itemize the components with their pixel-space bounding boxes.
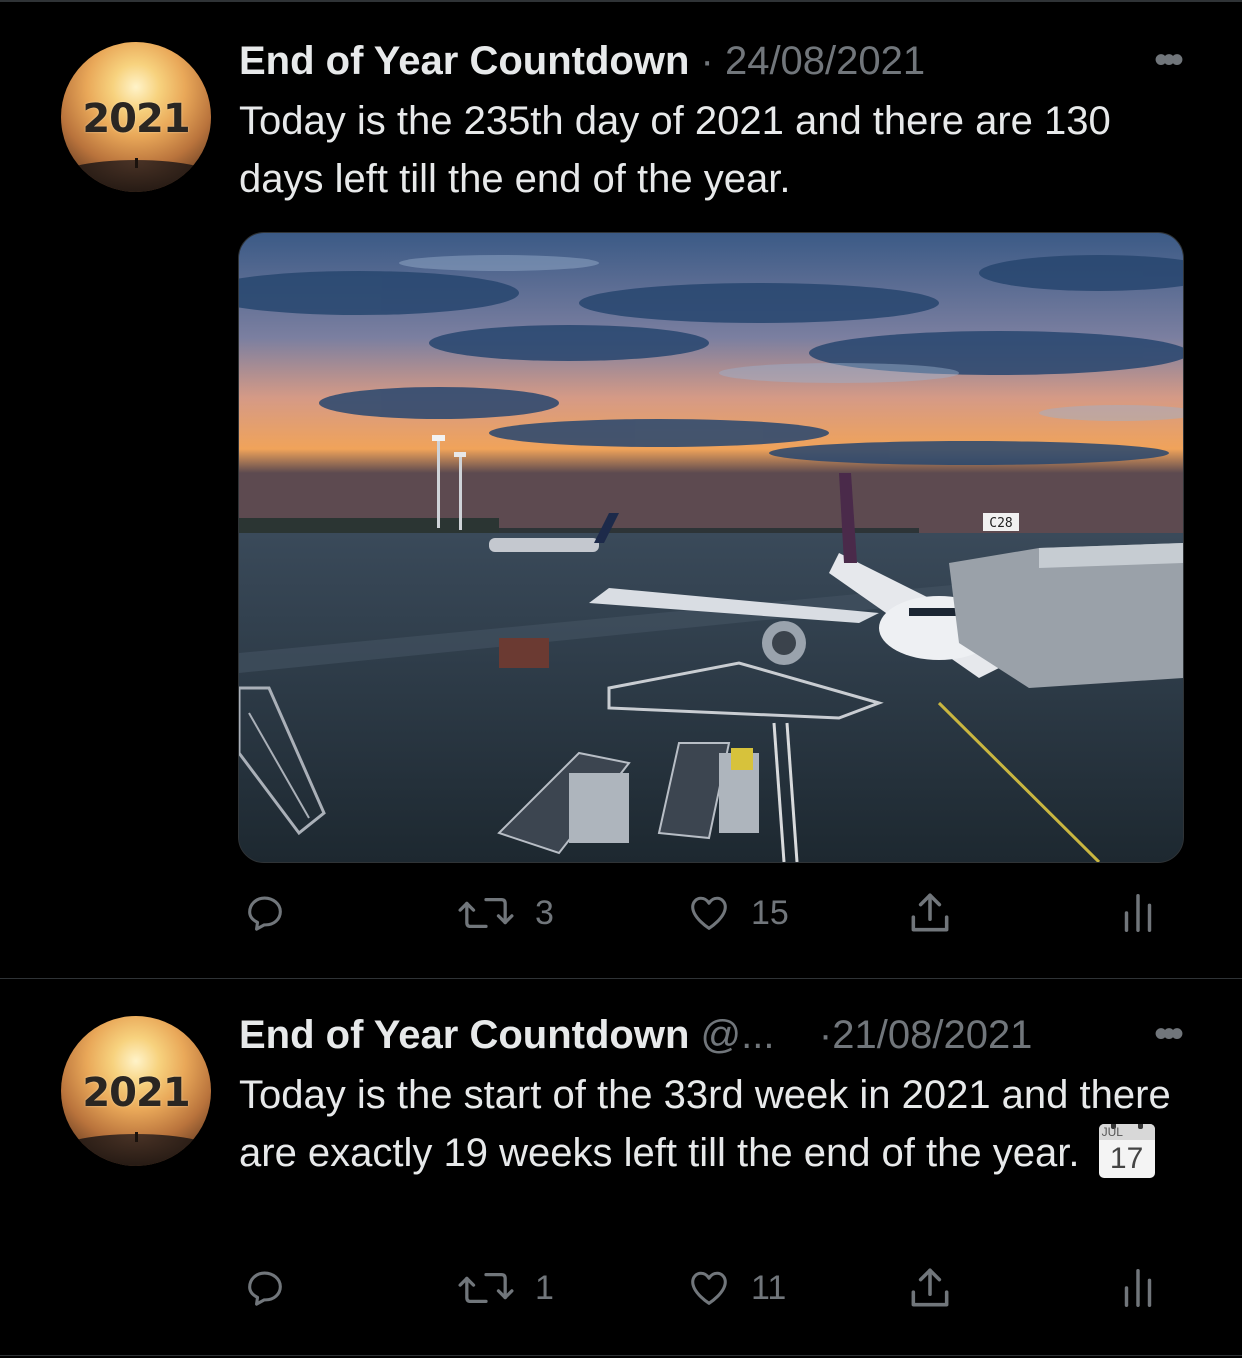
- tweet[interactable]: 2021 End of Year Countdown @... ·21/08/2…: [0, 979, 1242, 1356]
- gate-sign: C28: [989, 516, 1012, 531]
- heart-icon: [691, 896, 727, 930]
- airport-sunset-photo: C28: [239, 233, 1183, 862]
- avatar-logo-text: 2021: [82, 96, 190, 142]
- retweet-icon: [458, 1272, 514, 1304]
- share-icon: [911, 1268, 949, 1307]
- like-count: 15: [751, 893, 789, 932]
- like-button[interactable]: 15: [685, 888, 789, 938]
- retweet-count: 3: [535, 893, 554, 932]
- retweet-icon: [458, 897, 514, 929]
- analytics-icon: [1124, 1269, 1152, 1307]
- tweet-header: End of Year Countdown · 24/08/2021: [239, 38, 925, 84]
- more-options-icon[interactable]: •••: [1154, 38, 1184, 83]
- tweet-actions: 1 11: [0, 1263, 1242, 1313]
- tweet-header: End of Year Countdown @... ·21/08/2021: [239, 1012, 1032, 1058]
- avatar[interactable]: 2021: [61, 1016, 211, 1166]
- tweet-date[interactable]: 24/08/2021: [725, 39, 925, 83]
- tweet-text-block: Today is the start of the 33rd week in 2…: [239, 1066, 1199, 1182]
- tweet-actions: 3 15: [0, 888, 1242, 938]
- calendar-month: JUL: [1101, 1125, 1123, 1140]
- reply-icon: [248, 1271, 282, 1306]
- retweet-button[interactable]: 3: [455, 888, 554, 938]
- tweet-text: Today is the start of the 33rd week in 2…: [239, 1073, 1171, 1175]
- share-icon: [911, 893, 949, 932]
- heart-icon: [691, 1271, 727, 1305]
- reply-button[interactable]: [242, 888, 306, 938]
- like-count: 11: [751, 1268, 787, 1307]
- analytics-button[interactable]: [1118, 1263, 1158, 1313]
- author-handle[interactable]: @...: [701, 1013, 775, 1057]
- tweet-date[interactable]: 21/08/2021: [832, 1013, 1032, 1057]
- author-name[interactable]: End of Year Countdown: [239, 39, 689, 83]
- share-button[interactable]: [905, 888, 955, 938]
- tweet-image[interactable]: C28: [238, 232, 1184, 863]
- avatar-logo-text: 2021: [82, 1070, 190, 1116]
- tweet[interactable]: 2021 End of Year Countdown · 24/08/2021 …: [0, 0, 1242, 979]
- more-options-icon[interactable]: •••: [1154, 1012, 1184, 1057]
- analytics-icon: [1124, 894, 1152, 932]
- reply-icon: [248, 896, 282, 931]
- calendar-day: 17: [1109, 1142, 1144, 1176]
- analytics-button[interactable]: [1118, 888, 1158, 938]
- avatar[interactable]: 2021: [61, 42, 211, 192]
- retweet-button[interactable]: 1: [455, 1263, 554, 1313]
- share-button[interactable]: [905, 1263, 955, 1313]
- separator: ·: [700, 39, 714, 83]
- reply-button[interactable]: [242, 1263, 306, 1313]
- tweet-text: Today is the 235th day of 2021 and there…: [239, 99, 1111, 201]
- separator: ·: [818, 1013, 833, 1057]
- like-button[interactable]: 11: [685, 1263, 786, 1313]
- retweet-count: 1: [535, 1268, 554, 1307]
- calendar-emoji-icon: JUL 17: [1098, 1124, 1155, 1179]
- author-name[interactable]: End of Year Countdown: [239, 1013, 689, 1057]
